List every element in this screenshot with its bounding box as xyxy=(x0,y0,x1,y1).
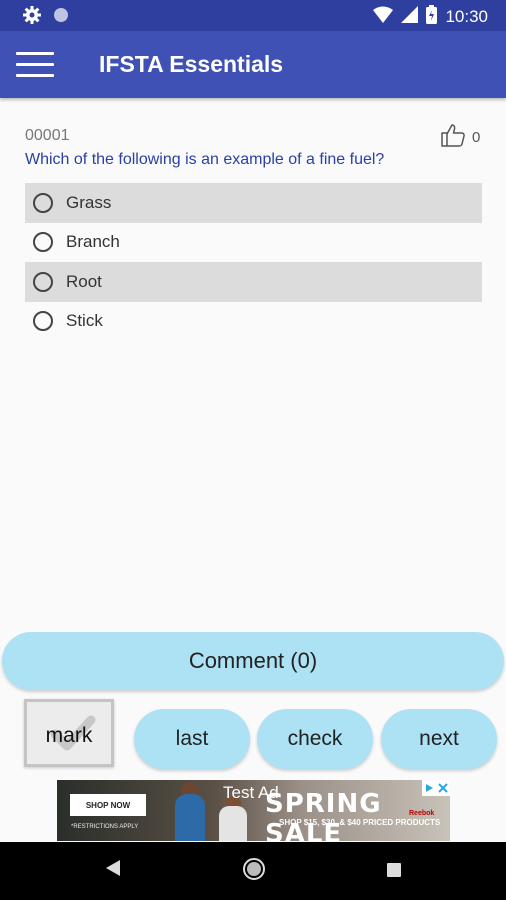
battery-icon xyxy=(426,5,438,29)
wifi-icon xyxy=(373,6,394,29)
answer-options: Grass Branch Root Stick xyxy=(25,183,482,341)
answer-option-label: Branch xyxy=(66,232,120,252)
ad-restrictions: *RESTRICTIONS APPLY xyxy=(71,824,139,830)
like-count: 0 xyxy=(472,129,481,146)
ad-model-image xyxy=(175,794,205,841)
ad-banner[interactable]: SHOP NOW *RESTRICTIONS APPLY SPRING SALE… xyxy=(57,780,450,841)
like-button[interactable]: 0 xyxy=(440,122,480,153)
thumbs-up-icon xyxy=(440,122,466,153)
mark-label: mark xyxy=(45,724,93,747)
home-icon[interactable] xyxy=(242,857,266,886)
check-button[interactable]: check xyxy=(257,709,373,769)
question-text: Which of the following is an example of … xyxy=(25,151,385,168)
comment-button[interactable]: Comment (0) xyxy=(2,632,504,690)
answer-option-label: Stick xyxy=(66,311,103,331)
app-title: IFSTA Essentials xyxy=(99,51,284,77)
answer-option-label: Grass xyxy=(66,192,112,212)
radio-button-icon[interactable] xyxy=(33,192,53,213)
last-button[interactable]: last xyxy=(134,709,250,769)
signal-icon xyxy=(401,6,419,28)
next-button[interactable]: next xyxy=(381,709,497,769)
settings-gear-icon xyxy=(22,5,42,30)
recents-icon[interactable] xyxy=(386,862,402,883)
radio-button-icon[interactable] xyxy=(33,271,53,292)
ad-brand-logo: Reebok xyxy=(409,810,435,817)
status-bar: 10:30 xyxy=(0,0,506,31)
back-icon[interactable] xyxy=(104,858,122,883)
ad-choices-icon[interactable] xyxy=(422,780,450,796)
answer-option[interactable]: Stick xyxy=(25,302,482,342)
question-id: 00001 xyxy=(25,127,70,144)
ad-test-label: Test Ad xyxy=(223,783,279,802)
ad-shop-now-button[interactable]: SHOP NOW xyxy=(70,794,146,816)
radio-button-icon[interactable] xyxy=(33,311,53,332)
answer-option[interactable]: Branch xyxy=(25,223,482,263)
system-nav-bar xyxy=(0,842,506,900)
notification-dot-icon xyxy=(54,8,68,22)
ad-subline: SHOP $15, $30, & $40 PRICED PRODUCTS xyxy=(279,818,441,827)
answer-option[interactable]: Grass xyxy=(25,183,482,223)
answer-option-label: Root xyxy=(66,271,102,291)
answer-option[interactable]: Root xyxy=(25,262,482,302)
hamburger-menu-icon[interactable] xyxy=(16,52,54,78)
radio-button-icon[interactable] xyxy=(33,232,53,253)
mark-button[interactable]: mark xyxy=(24,699,114,767)
app-bar: IFSTA Essentials xyxy=(0,31,506,98)
status-time: 10:30 xyxy=(445,7,488,26)
ad-model-image xyxy=(219,806,247,841)
